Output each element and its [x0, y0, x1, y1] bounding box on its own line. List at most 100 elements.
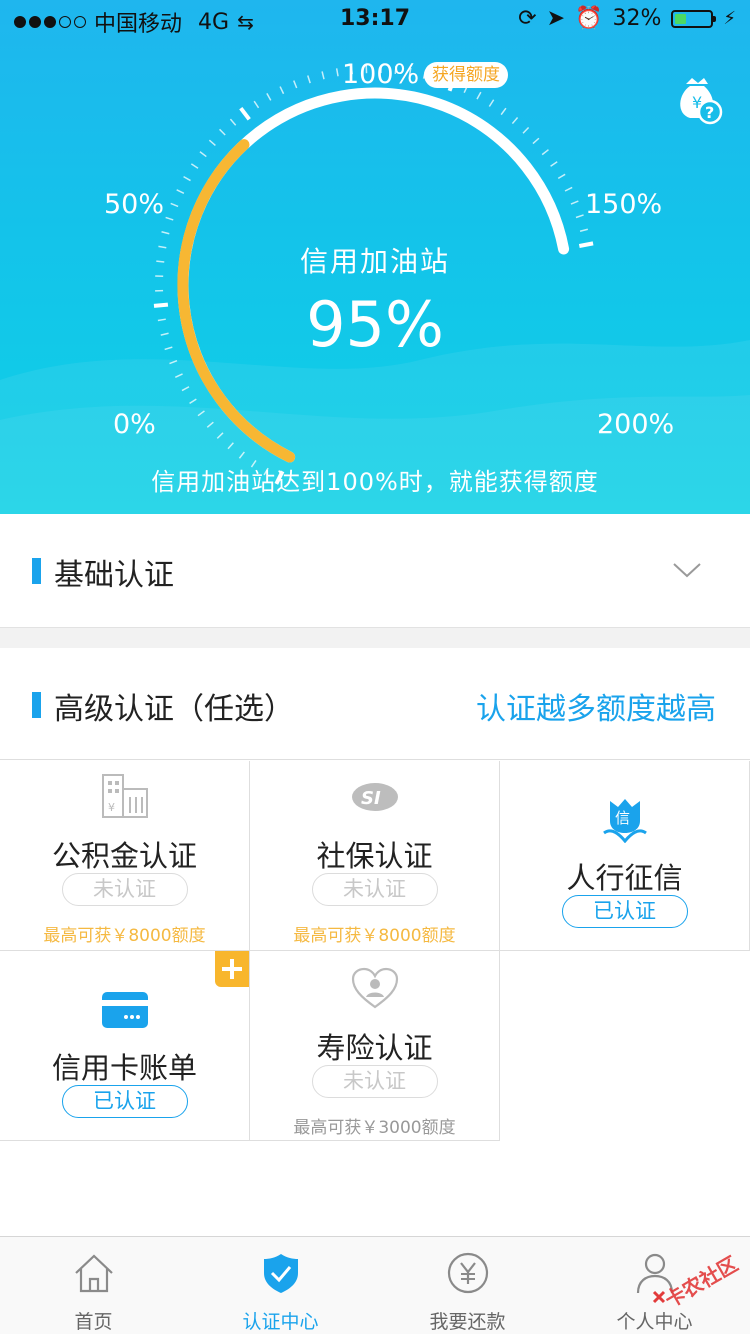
- tab-home-label: 首页: [74, 1311, 113, 1333]
- gauge-minor-tick: [183, 175, 191, 182]
- tab-bar: 首页 认证中心 我要还款 个人中心: [0, 1236, 750, 1334]
- shield-check-icon: [264, 1254, 298, 1293]
- gauge-minor-tick: [579, 228, 589, 233]
- housing-fund-name: 公积金认证: [51, 839, 197, 873]
- gauge-minor-tick: [181, 386, 190, 392]
- housing-fund-status: 未认证: [61, 873, 188, 906]
- gauge-label-50: 50%: [104, 189, 165, 220]
- gauge-value: 95%: [306, 288, 444, 361]
- gauge-minor-tick: [165, 216, 174, 221]
- credit-gauge-header: 中国移动 4G ⇆ 13:17 ⟳ ➤ ⏰ 32% ⚡ 0% 50% 100% …: [0, 0, 750, 514]
- gauge-label-200: 200%: [597, 409, 675, 440]
- gauge-minor-tick: [266, 93, 272, 101]
- gauge-minor-tick: [190, 163, 199, 169]
- svg-text:¥: ¥: [108, 801, 115, 814]
- advanced-auth-header: 高级认证（任选） 认证越多额度越高: [0, 648, 750, 760]
- gauge-label-0: 0%: [113, 409, 156, 440]
- tab-auth-center[interactable]: 认证中心: [187, 1237, 374, 1334]
- housing-fund-card[interactable]: ¥ 公积金认证 未认证 最高可获￥8000额度: [0, 761, 250, 951]
- gauge-minor-tick: [550, 161, 558, 167]
- gauge-minor-tick: [227, 442, 234, 450]
- money-bag-help-icon[interactable]: ¥ ?: [672, 74, 724, 126]
- gauge-minor-tick: [197, 410, 205, 417]
- home-icon: [75, 1254, 113, 1293]
- gauge-minor-tick: [511, 116, 519, 125]
- gauge-minor-tick: [219, 128, 226, 136]
- basic-auth-header[interactable]: 基础认证: [0, 514, 750, 626]
- gauge-minor-tick: [575, 214, 584, 219]
- life-insurance-card[interactable]: 寿险认证 未认证 最高可获￥3000额度: [250, 951, 500, 1141]
- tab-home[interactable]: 首页: [0, 1237, 187, 1334]
- chevron-down-icon[interactable]: [672, 554, 702, 584]
- gauge-minor-tick: [174, 373, 183, 378]
- credit-card-bill-card[interactable]: 信用卡账单 已认证: [0, 951, 250, 1141]
- gauge-minor-tick: [500, 107, 507, 116]
- life-insurance-hint: 最高可获￥3000额度: [293, 1118, 456, 1138]
- credit-card-bill-name: 信用卡账单: [51, 1051, 197, 1085]
- credit-card-bill-status: 已认证: [61, 1085, 188, 1118]
- get-credit-badge: 获得额度: [424, 62, 508, 88]
- gauge-minor-tick: [176, 189, 185, 194]
- gauge-minor-tick: [189, 398, 197, 405]
- credit-flower-icon: 信: [603, 799, 647, 843]
- watermark-text: 卡农社区: [661, 1252, 742, 1313]
- social-security-status: 未认证: [311, 873, 438, 906]
- gauge-minor-tick: [238, 451, 245, 459]
- social-security-logo-icon: SI: [352, 783, 398, 811]
- social-security-card[interactable]: SI 社保认证 未认证 最高可获￥8000额度: [250, 761, 500, 951]
- gauge-minor-tick: [557, 173, 566, 180]
- gauge-label-150: 150%: [585, 189, 663, 220]
- section-marker: [32, 692, 41, 718]
- tab-repayment[interactable]: 我要还款: [374, 1237, 561, 1334]
- gauge-minor-tick: [541, 149, 549, 156]
- social-security-hint: 最高可获￥8000额度: [293, 926, 456, 946]
- section-marker: [32, 558, 41, 584]
- gauge-minor-tick: [570, 200, 579, 205]
- tab-auth-center-label: 认证中心: [242, 1311, 319, 1333]
- plus-badge: [215, 951, 249, 987]
- more-auth-higher-limit-link[interactable]: 认证越多额度越高: [476, 684, 716, 728]
- gauge-minor-tick: [476, 91, 482, 100]
- gauge-minor-tick: [564, 186, 573, 192]
- svg-text:?: ?: [705, 103, 714, 122]
- gauge-note: 信用加油站达到100%时，就能获得额度: [151, 468, 599, 496]
- gauge-minor-tick: [206, 421, 214, 428]
- gauge-minor-tick: [321, 71, 325, 80]
- credit-card-icon: [102, 992, 148, 1028]
- tab-repayment-label: 我要还款: [429, 1311, 506, 1333]
- gauge-minor-tick: [161, 231, 170, 235]
- social-security-name: 社保认证: [316, 839, 433, 873]
- basic-auth-title: 基础认证: [54, 558, 174, 593]
- gauge-major-tick: [239, 106, 251, 121]
- gauge-title: 信用加油站: [299, 245, 450, 278]
- gauge-minor-tick: [170, 202, 179, 208]
- gauge-minor-tick: [169, 359, 178, 365]
- building-icon: ¥: [102, 774, 148, 818]
- gauge-minor-tick: [335, 68, 339, 77]
- heart-person-icon: [351, 967, 399, 1009]
- watermark-logo: 卡农社区: [652, 1252, 742, 1313]
- plus-icon: [222, 959, 242, 979]
- yuan-circle-icon: [447, 1252, 489, 1294]
- gauge-minor-tick: [199, 151, 207, 158]
- life-insurance-status: 未认证: [311, 1065, 438, 1098]
- gauge-minor-tick: [229, 118, 237, 126]
- advanced-auth-title: 高级认证（任选）: [54, 692, 294, 727]
- svg-text:信: 信: [615, 809, 630, 827]
- credit-report-status: 已认证: [561, 895, 688, 928]
- life-insurance-name: 寿险认证: [316, 1031, 433, 1065]
- gauge-minor-tick: [216, 432, 224, 439]
- credit-report-card[interactable]: 信 人行征信 已认证: [500, 761, 750, 951]
- gauge-minor-tick: [488, 99, 495, 107]
- gauge-minor-tick: [279, 86, 285, 95]
- gauge-minor-tick: [293, 80, 298, 89]
- housing-fund-hint: 最高可获￥8000额度: [43, 926, 206, 946]
- gauge-minor-tick: [208, 139, 216, 147]
- gauge-label-100: 100%: [342, 59, 420, 90]
- credit-report-name: 人行征信: [566, 861, 683, 895]
- gauge-minor-tick: [253, 100, 260, 109]
- section-divider: [0, 627, 750, 648]
- gauge-minor-tick: [307, 75, 311, 84]
- gauge-minor-tick: [522, 126, 530, 134]
- gauge-minor-tick: [532, 137, 540, 145]
